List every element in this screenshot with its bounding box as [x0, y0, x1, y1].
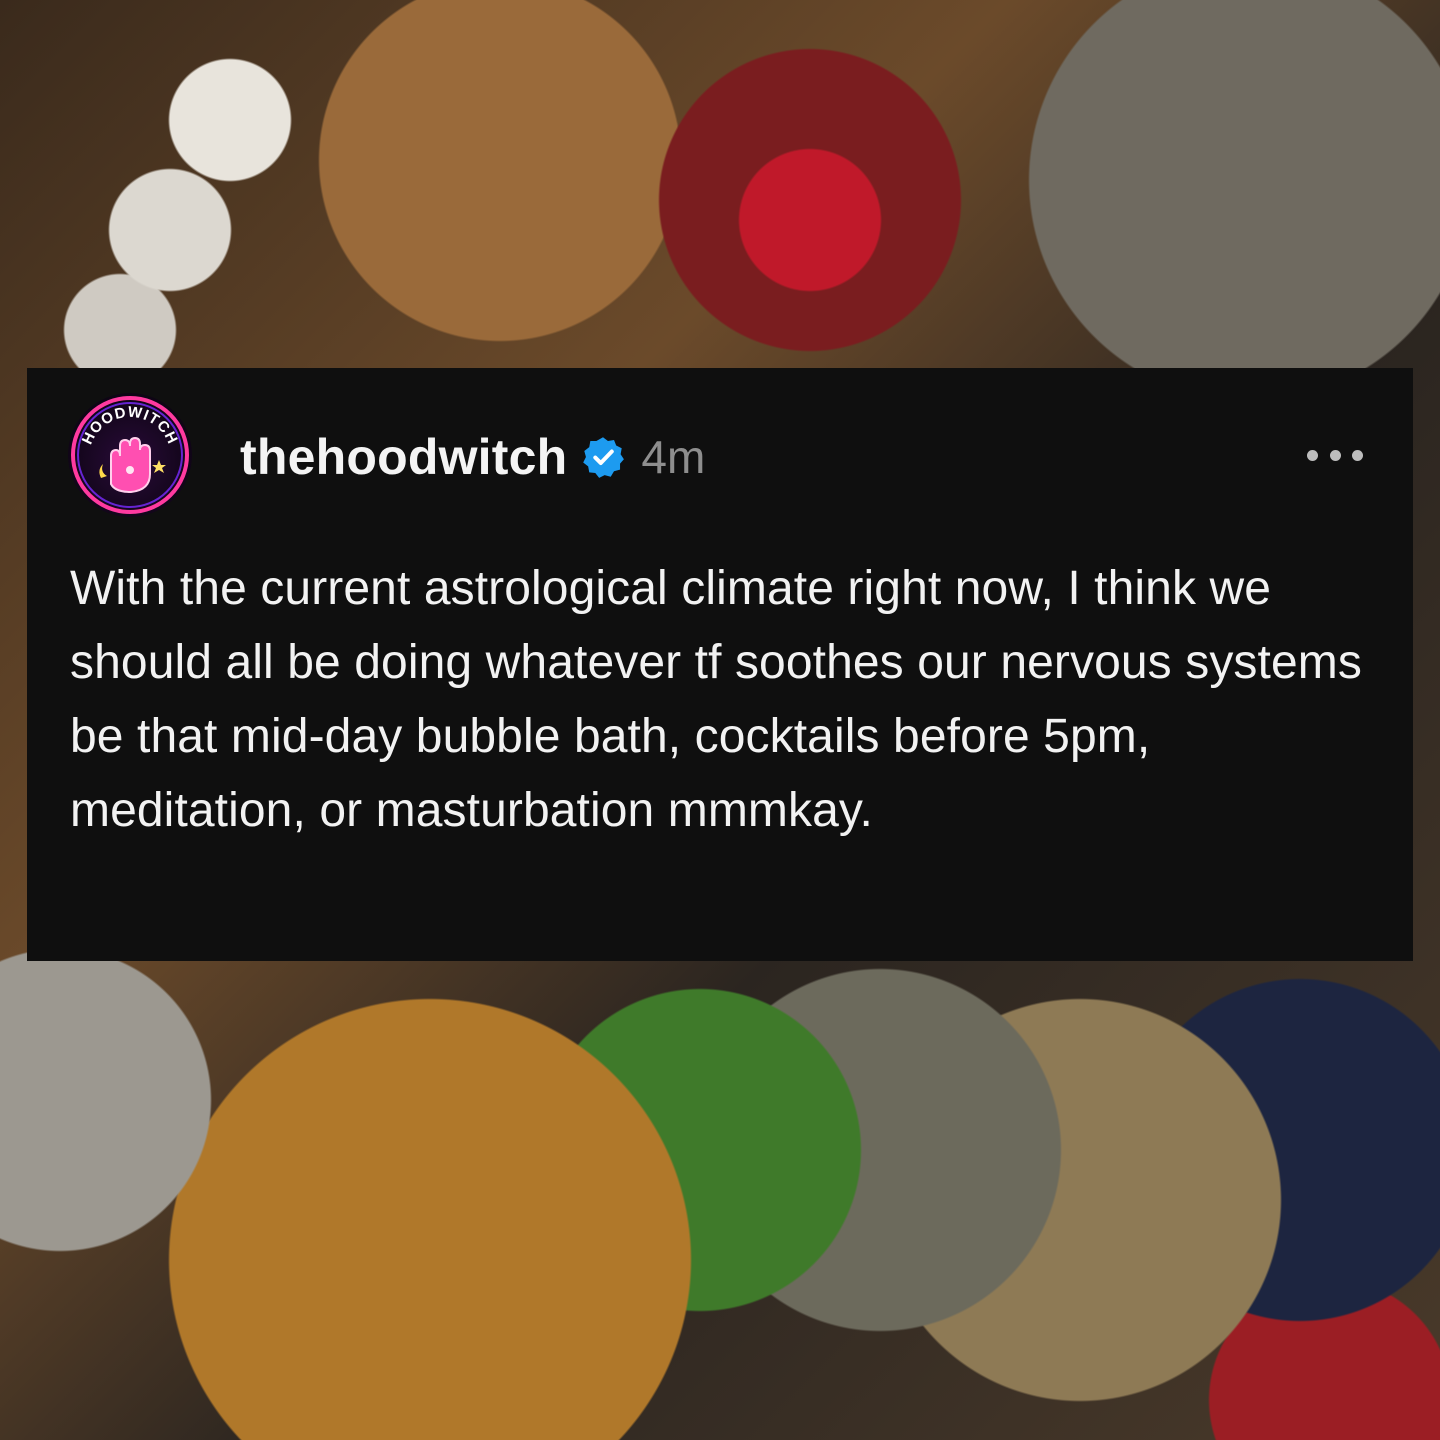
more-options-icon	[1352, 449, 1363, 461]
post-card: HOODWITCH thehoodwitch 4m With the curre…	[27, 368, 1413, 961]
more-options-icon	[1307, 449, 1318, 461]
more-options-button[interactable]	[1307, 440, 1363, 470]
hand-logo-icon: HOODWITCH	[68, 393, 192, 517]
post-header: thehoodwitch 4m	[240, 424, 705, 490]
post-image: HOODWITCH thehoodwitch 4m With the curre…	[0, 0, 1440, 1440]
username[interactable]: thehoodwitch	[240, 432, 567, 482]
more-options-icon	[1329, 449, 1341, 461]
verified-badge-icon	[583, 437, 625, 478]
post-timestamp: 4m	[641, 431, 706, 483]
post-text: With the current astrological climate ri…	[70, 562, 1362, 837]
avatar[interactable]: HOODWITCH	[67, 392, 193, 518]
